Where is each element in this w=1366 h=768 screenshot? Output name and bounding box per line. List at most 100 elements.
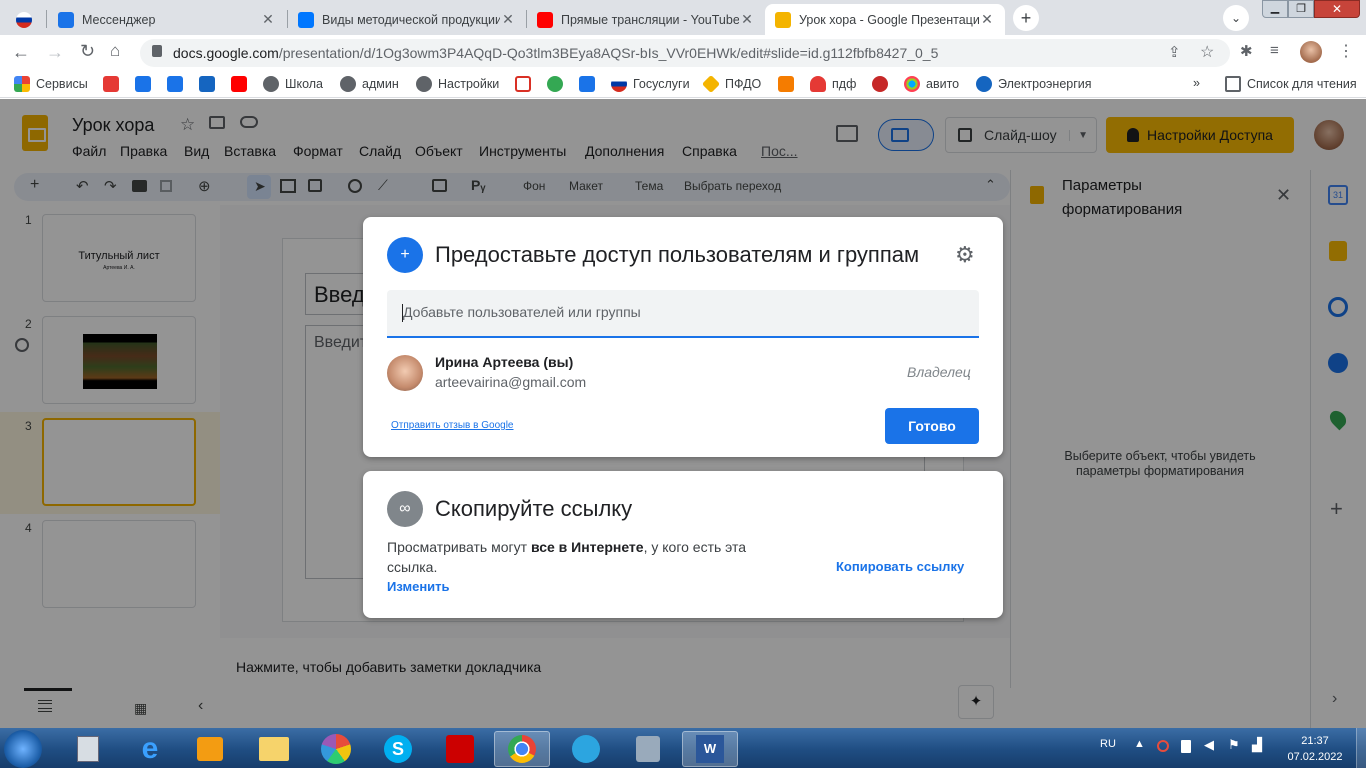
bookmarks-more[interactable]: » [1193,76,1200,90]
media-icon[interactable]: ≡ [1270,42,1279,59]
bookmark-pfdo[interactable]: ПФДО [701,74,761,94]
bookmark-item[interactable] [167,76,189,92]
change-access-link[interactable]: Изменить [387,579,450,594]
tab-messenger[interactable]: Мессенджер ✕ [48,4,286,35]
bookmark-item[interactable] [778,76,800,92]
bookmark-item[interactable] [103,76,125,92]
back-icon[interactable]: ← [12,42,30,63]
messenger-icon [167,76,183,92]
home-icon[interactable]: ⌂ [110,41,120,61]
show-hidden-icons[interactable]: ▲ [1134,738,1145,750]
user-name: Ирина Артеева (вы) [435,354,574,370]
acrobat-icon[interactable] [438,731,482,767]
russia-flag-icon [611,76,627,92]
flag-icon[interactable]: ⚑ [1228,737,1240,753]
globe-icon [340,76,356,92]
tab-title: Прямые трансляции - YouTube S [561,12,739,27]
word-icon[interactable]: W [682,731,738,767]
bookmark-item[interactable] [547,76,569,92]
antivirus-icon[interactable] [1157,740,1169,752]
bookmark-icon [976,76,992,92]
share-dialog-heading: Предоставьте доступ пользователям и груп… [435,242,920,267]
flower-icon [872,76,888,92]
done-button[interactable]: Готово [885,408,979,444]
bookmark-item[interactable] [515,76,537,92]
device-icon[interactable] [1181,740,1191,753]
tab-vk[interactable]: Виды методической продукции ✕ [288,4,526,35]
bookmark-item[interactable] [135,76,157,92]
profile-avatar[interactable] [1300,41,1322,63]
reload-icon[interactable]: ↻ [80,41,95,62]
telegram-icon[interactable] [564,731,608,767]
close-window-button[interactable]: ✕ [1314,0,1360,18]
globe-icon [263,76,279,92]
gear-icon[interactable]: ⚙ [955,244,975,266]
calculator-icon[interactable] [66,731,110,767]
bookmark-pdf[interactable]: пдф [810,76,856,92]
bookmark-icon [579,76,595,92]
bookmark-admin[interactable]: админ [340,76,399,92]
tab-slides-active[interactable]: Урок хора - Google Презентаци ✕ [765,4,1005,35]
share-page-icon[interactable]: ⇪ [1168,43,1181,61]
start-button[interactable] [4,730,42,768]
bookmark-school[interactable]: Школа [263,76,323,92]
copy-link-heading: Скопируйте ссылку [435,496,633,521]
network-icon[interactable]: ▟ [1252,737,1262,753]
minimize-button[interactable]: ▁ [1262,0,1288,18]
bookmark-item[interactable] [872,76,894,92]
add-person-icon: + [387,237,423,273]
show-desktop-button[interactable] [1356,728,1366,768]
copy-link-button[interactable]: Копировать ссылку [836,559,964,574]
tab-title: Мессенджер [82,12,156,27]
forward-icon[interactable]: → [46,42,64,63]
bookmark-electricity[interactable]: Электроэнергия [976,76,1092,92]
bookmark-avito[interactable]: авито [904,76,959,92]
picasa-icon[interactable] [314,731,358,767]
mail-icon [778,76,794,92]
link-icon: ∞ [387,491,423,527]
reading-list[interactable]: Список для чтения [1225,76,1357,92]
restore-button[interactable]: ❐ [1288,0,1314,18]
bookmark-star-icon[interactable]: ☆ [1200,42,1214,62]
bookmark-settings[interactable]: Настройки [416,76,499,92]
close-icon[interactable]: ✕ [739,11,755,28]
media-player-icon[interactable] [188,731,232,767]
close-icon[interactable]: ✕ [979,11,995,28]
bookmark-item[interactable] [231,76,253,92]
close-icon[interactable]: ✕ [260,11,276,28]
tab-youtube[interactable]: Прямые трансляции - YouTube S ✕ [527,4,765,35]
new-tab-button[interactable]: + [1013,5,1039,31]
scanner-icon[interactable] [626,731,670,767]
tab-title: Виды методической продукции [322,12,500,27]
tab-search-button[interactable]: ⌄ [1223,5,1249,31]
heart-icon [810,76,826,92]
explorer-icon[interactable] [252,731,296,767]
language-indicator[interactable]: RU [1100,738,1116,750]
close-icon[interactable]: ✕ [500,11,516,28]
extensions-icon[interactable]: ✱ [1240,42,1253,60]
mail-icon [199,76,215,92]
menu-icon[interactable]: ⋮ [1338,41,1354,61]
feedback-link[interactable]: Отправить отзыв в Google [391,420,514,431]
skype-icon[interactable]: S [376,731,420,767]
lock-icon[interactable] [152,45,162,57]
chrome-taskbar-icon[interactable] [494,731,550,767]
bookmark-gosuslugi[interactable]: Госуслуги [611,76,690,92]
youtube-icon [231,76,247,92]
url-text[interactable]: docs.google.com/presentation/d/1Og3owm3P… [173,45,938,61]
bookmark-icon [547,76,563,92]
tab-pinned[interactable] [6,4,46,35]
add-people-placeholder[interactable]: Добавьте пользователей или группы [403,304,641,320]
clock[interactable]: 21:37 07.02.2022 [1285,733,1345,765]
reading-list-icon [1225,76,1241,92]
russia-flag-icon [16,11,32,28]
bookmark-icon [103,76,119,92]
bookmark-item[interactable] [579,76,601,92]
volume-icon[interactable]: ◀ [1204,737,1214,753]
bookmark-services[interactable]: Сервисы [14,76,88,92]
bookmark-item[interactable] [199,76,221,92]
user-avatar [387,355,423,391]
internet-explorer-icon[interactable]: e [128,731,172,767]
link-access-description: Просматривать могут все в Интернете, у к… [387,539,747,575]
avito-icon [904,76,920,92]
